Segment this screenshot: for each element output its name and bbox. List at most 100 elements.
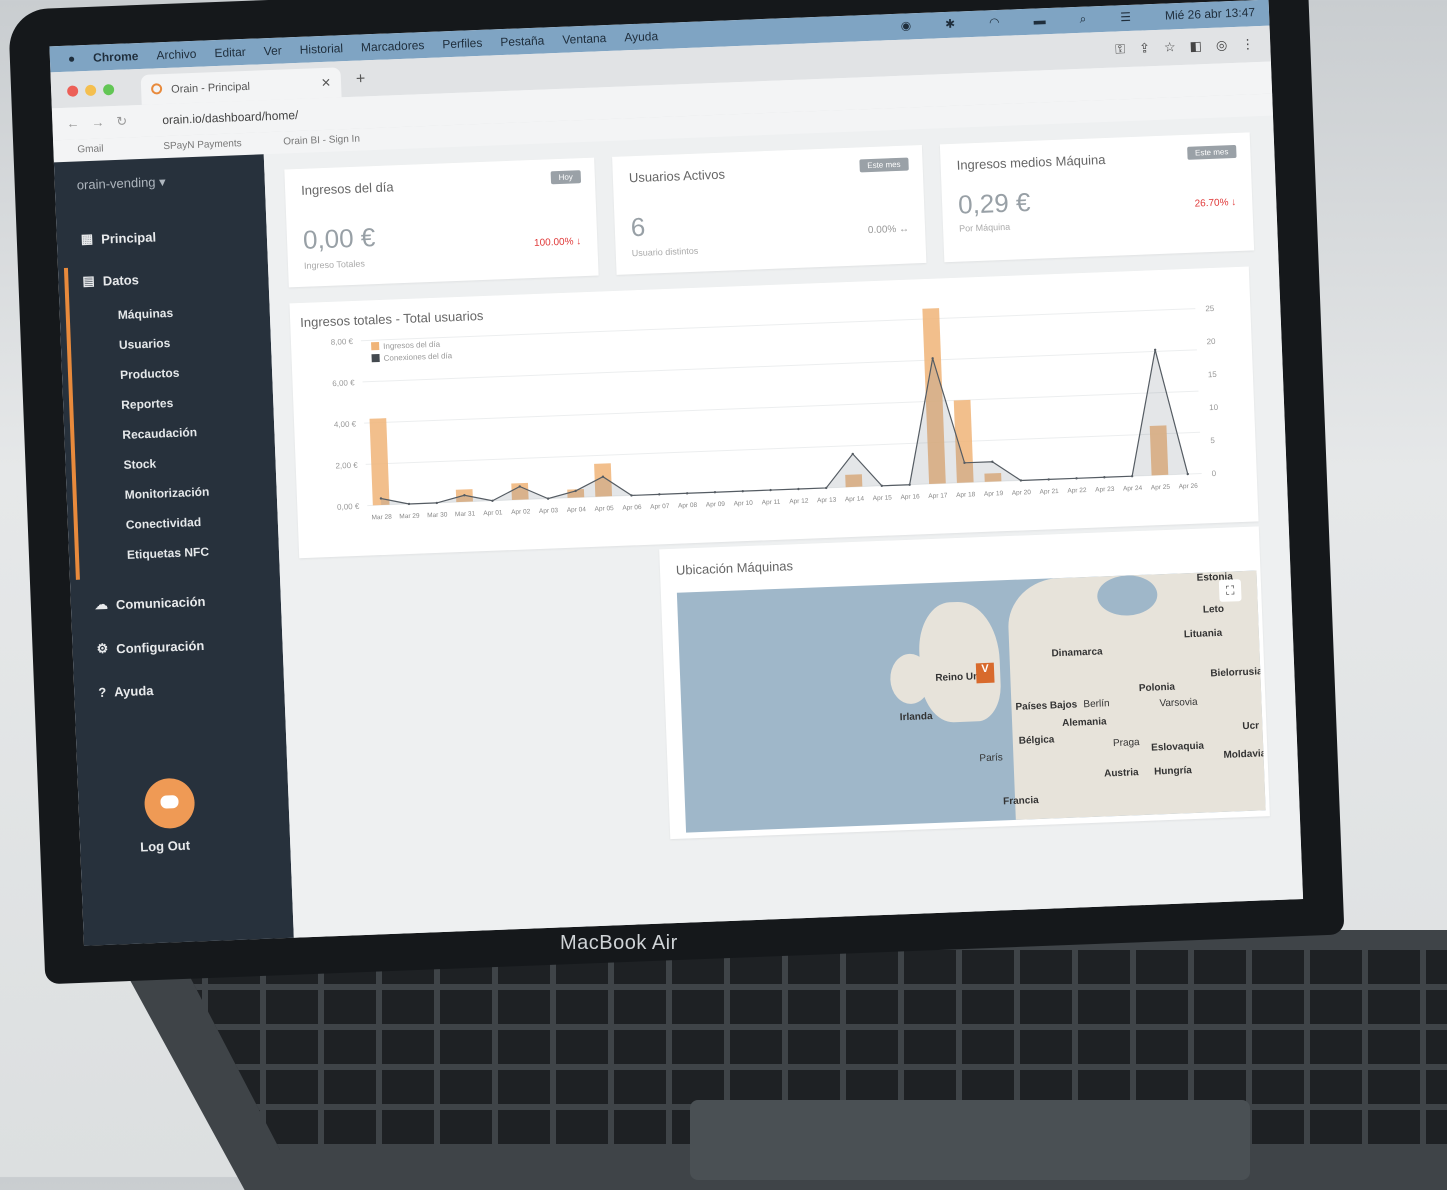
x-tick-label: Apr 07 — [650, 503, 670, 511]
close-tab-icon[interactable]: ✕ — [321, 76, 332, 90]
share-icon[interactable]: ⇪ — [1139, 40, 1151, 56]
map-label: Irlanda — [899, 711, 933, 724]
map-label: Praga — [1112, 737, 1140, 750]
menu-icon[interactable]: ⋮ — [1241, 36, 1255, 52]
period-badge[interactable]: Este mes — [1186, 144, 1237, 160]
sidebar-item-comunicacion[interactable]: ☁ Comunicación — [95, 593, 206, 613]
menu-ver[interactable]: Ver — [263, 44, 282, 59]
new-tab-button[interactable]: + — [356, 70, 366, 88]
card-title: Ingresos medios Máquina — [956, 151, 1106, 173]
map-label: Alemania — [1061, 716, 1107, 730]
x-tick-label: Apr 11 — [762, 499, 781, 507]
logout-link[interactable]: Log Out — [140, 838, 190, 855]
nav-buttons[interactable]: ←→↻ — [66, 113, 139, 132]
chart-point — [658, 493, 661, 496]
x-tick-label: Apr 12 — [789, 498, 809, 506]
grid-icon: ▦ — [80, 230, 94, 247]
menu-editar[interactable]: Editar — [214, 45, 246, 60]
sidebar-item-etiquetas-nfc[interactable]: Etiquetas NFC — [127, 545, 209, 562]
bookmark-gmail[interactable]: Gmail — [77, 143, 104, 155]
menu-ayuda[interactable]: Ayuda — [624, 29, 658, 44]
chat-bubble-button[interactable] — [143, 777, 196, 830]
url-field[interactable]: orain.io/dashboard/home/ — [162, 108, 299, 127]
star-icon[interactable]: ☆ — [1164, 39, 1176, 55]
map-title: Ubicación Máquinas — [675, 558, 794, 578]
record-icon[interactable]: ◉ — [900, 18, 911, 33]
chart-svg: 0,00 € 2,00 € 4,00 € 6,00 € 8,00 € 0 5 10 15 20 25… — [331, 304, 1219, 522]
sidebar-item-usuarios[interactable]: Usuarios — [119, 336, 171, 352]
trackpad — [690, 1100, 1250, 1180]
x-tick-label: Apr 21 — [1039, 488, 1059, 496]
maximize-window-button[interactable] — [102, 83, 115, 96]
x-tick-label: Apr 09 — [706, 501, 726, 509]
chart-area — [380, 349, 1188, 506]
bluetooth-icon[interactable]: ✱ — [945, 17, 956, 32]
fullscreen-icon[interactable]: ⛶ — [1218, 579, 1242, 602]
sidebar-item-datos[interactable]: ▤ Datos — [82, 271, 139, 289]
period-badge[interactable]: Hoy — [550, 170, 582, 185]
legend-label: Ingresos del día — [383, 340, 441, 351]
active-section-bar — [63, 267, 80, 580]
control-center-icon[interactable]: ☰ — [1120, 10, 1131, 25]
search-icon[interactable]: ⌕ — [1079, 12, 1086, 27]
profile-avatar[interactable]: ◎ — [1216, 37, 1228, 53]
sidepanel-icon[interactable]: ◧ — [1189, 38, 1202, 54]
x-tick-label: Apr 06 — [622, 504, 642, 512]
sidebar-item-reportes[interactable]: Reportes — [121, 396, 174, 412]
card-change: 26.70% ↓ — [1194, 196, 1237, 210]
menu-perfiles[interactable]: Perfiles — [442, 36, 483, 52]
sidebar-item-maquinas[interactable]: Máquinas — [118, 306, 174, 322]
help-icon: ? — [97, 684, 107, 701]
x-tick-label: Apr 19 — [984, 490, 1004, 498]
map-view[interactable]: Estonia Leto Lituania Dinamarca Reino Un… — [676, 570, 1266, 833]
close-window-button[interactable] — [66, 85, 79, 97]
apple-menu-icon[interactable]: ● — [68, 51, 76, 65]
card-value: 0,29 € — [957, 186, 1031, 220]
map-label: Austria — [1103, 767, 1139, 780]
card-value: 6 — [630, 211, 646, 243]
legend-label: Conexiones del día — [383, 351, 452, 363]
x-tick-label: Apr 24 — [1123, 485, 1143, 493]
chart-bar — [369, 418, 390, 506]
map-label: Eslovaquia — [1150, 740, 1205, 754]
menu-app[interactable]: Chrome — [93, 49, 139, 65]
card-value: 0,00 € — [302, 222, 376, 255]
menu-pestana[interactable]: Pestaña — [500, 33, 545, 49]
sidebar-item-configuracion[interactable]: ⚙ Configuración — [96, 637, 204, 657]
y-right-tick-label: 15 — [1208, 370, 1218, 379]
sidebar-item-recaudacion[interactable]: Recaudación — [122, 425, 197, 442]
menu-ventana[interactable]: Ventana — [562, 31, 607, 47]
x-tick-label: Mar 30 — [427, 511, 448, 519]
x-tick-label: Apr 08 — [678, 502, 698, 510]
wifi-icon[interactable]: ◠ — [989, 15, 1000, 30]
menu-historial[interactable]: Historial — [299, 41, 343, 57]
bookmark-spayn[interactable]: SPayN Payments — [163, 138, 242, 152]
chart-point — [741, 489, 744, 493]
sidebar-item-label: Datos — [102, 271, 140, 289]
sidebar-item-conectividad[interactable]: Conectividad — [126, 515, 202, 532]
machine-pin[interactable]: V — [975, 662, 995, 684]
map-label: Dinamarca — [1051, 646, 1103, 660]
period-badge[interactable]: Este mes — [859, 157, 909, 173]
battery-icon[interactable]: ▬ — [1033, 13, 1046, 28]
map-label: París — [979, 752, 1003, 765]
sidebar-item-stock[interactable]: Stock — [123, 457, 156, 472]
account-selector[interactable]: orain-vending ▾ — [76, 174, 165, 193]
card-subtitle: Por Máquina — [958, 221, 1011, 234]
sidebar-item-principal[interactable]: ▦ Principal — [81, 228, 157, 247]
card-change: 100.00% ↓ — [533, 236, 582, 249]
sidebar-item-monitorizacion[interactable]: Monitorización — [124, 485, 209, 502]
clock[interactable]: Mié 26 abr 13:47 — [1165, 5, 1256, 23]
x-tick-label: Apr 05 — [594, 505, 614, 513]
y-left-tick-label: 2,00 € — [335, 461, 358, 471]
minimize-window-button[interactable] — [84, 84, 97, 97]
key-icon[interactable]: ⚿ — [1115, 41, 1126, 57]
menu-archivo[interactable]: Archivo — [156, 47, 197, 63]
sidebar-item-ayuda[interactable]: ? Ayuda — [98, 683, 154, 700]
card-subtitle: Ingreso Totales — [303, 258, 366, 271]
sidebar-item-productos[interactable]: Productos — [120, 366, 180, 382]
x-tick-label: Mar 29 — [399, 513, 420, 521]
menu-marcadores[interactable]: Marcadores — [361, 38, 425, 54]
chat-icon: ☁ — [94, 596, 109, 613]
bookmark-orain-bi[interactable]: Orain BI - Sign In — [283, 134, 360, 148]
